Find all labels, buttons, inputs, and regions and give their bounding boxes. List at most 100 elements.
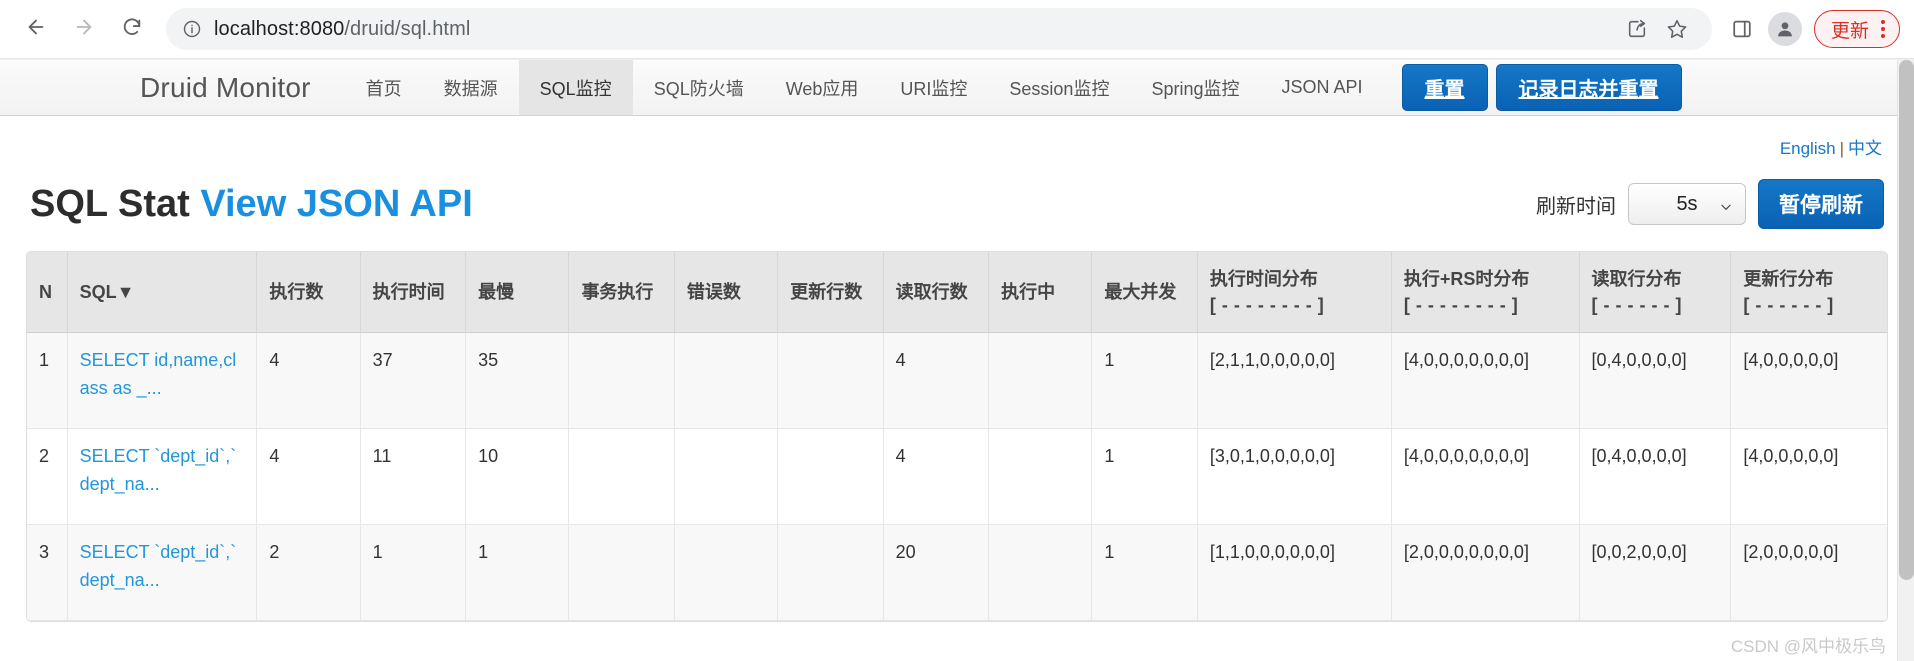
pause-refresh-button[interactable]: 暂停刷新: [1758, 179, 1884, 229]
nav-item-home[interactable]: 首页: [345, 60, 423, 115]
cell-tx-exec: [568, 524, 675, 622]
col-header-n: N: [27, 252, 68, 334]
cell-update-row-hist: [4,0,0,0,0,0]: [1730, 332, 1887, 430]
cell-exec-time: 37: [360, 332, 467, 430]
update-button[interactable]: 更新: [1813, 10, 1900, 48]
table-header-row: N SQL▼ 执行数 执行时间 最慢 事务执行 错误数 更新行数 读取行数 执行…: [27, 252, 1887, 334]
update-label: 更新: [1830, 20, 1869, 42]
cell-sql: SELECT id,name,class as _...: [67, 332, 258, 430]
col-header-exec-time-hist[interactable]: 执行时间分布 [ - - - - - - - - ]: [1197, 252, 1392, 334]
chrome-menu-icon[interactable]: [1877, 20, 1889, 38]
reload-button[interactable]: [110, 7, 154, 51]
cell-sql: SELECT `dept_id`,`dept_na...: [67, 524, 258, 622]
cell-max-concurrent: 1: [1091, 428, 1198, 526]
sql-link[interactable]: SELECT `dept_id`,`dept_na...: [80, 446, 237, 494]
back-arrow-icon: [25, 16, 47, 43]
sql-link[interactable]: SELECT `dept_id`,`dept_na...: [80, 542, 237, 590]
cell-slowest: 10: [465, 428, 570, 526]
cell-fetch-row-hist: [0,0,2,0,0,0]: [1579, 524, 1732, 622]
share-icon[interactable]: [1618, 10, 1656, 48]
col-header-fetch-rows[interactable]: 读取行数: [883, 252, 990, 334]
cell-exec-time-hist: [3,0,1,0,0,0,0,0]: [1197, 428, 1392, 526]
browser-toolbar: localhost:8080/druid/sql.html 更新: [0, 0, 1914, 58]
cell-update-rows: [777, 332, 884, 430]
nav-item-spring-monitor[interactable]: Spring监控: [1130, 60, 1260, 115]
forward-button[interactable]: [62, 7, 106, 51]
lang-chinese-link[interactable]: 中文: [1848, 139, 1882, 158]
nav-item-datasource[interactable]: 数据源: [423, 60, 519, 115]
col-header-running[interactable]: 执行中: [988, 252, 1093, 334]
cell-exec-count: 4: [256, 332, 361, 430]
col-header-exec-count[interactable]: 执行数: [256, 252, 361, 334]
nav-item-uri-monitor[interactable]: URI监控: [879, 60, 988, 115]
col-header-update-row-hist[interactable]: 更新行分布 [ - - - - - - ]: [1730, 252, 1887, 334]
col-header-exec-rs-hist[interactable]: 执行+RS时分布 [ - - - - - - - - ]: [1391, 252, 1580, 334]
cell-fetch-rows: 4: [883, 428, 990, 526]
sql-stat-table: N SQL▼ 执行数 执行时间 最慢 事务执行 错误数 更新行数 读取行数 执行…: [27, 252, 1887, 622]
cell-fetch-rows: 20: [883, 524, 990, 622]
reset-button[interactable]: 重置: [1401, 64, 1488, 111]
csdn-watermark: CSDN @风中极乐鸟: [1730, 637, 1886, 656]
cell-exec-rs-hist: [4,0,0,0,0,0,0,0]: [1391, 332, 1580, 430]
lang-english-link[interactable]: English: [1780, 139, 1836, 158]
address-bar[interactable]: localhost:8080/druid/sql.html: [166, 8, 1712, 50]
col-header-update-rows[interactable]: 更新行数: [777, 252, 884, 334]
col-header-tx-exec[interactable]: 事务执行: [568, 252, 675, 334]
back-button[interactable]: [14, 7, 58, 51]
cell-update-row-hist: [4,0,0,0,0,0]: [1730, 428, 1887, 526]
cell-error-count: [674, 428, 779, 526]
refresh-interval-select[interactable]: 5s: [1628, 183, 1746, 225]
col-header-sql[interactable]: SQL▼: [67, 252, 258, 334]
refresh-interval-label: 刷新时间: [1536, 195, 1616, 218]
profile-avatar[interactable]: [1767, 12, 1802, 46]
cell-exec-rs-hist: [2,0,0,0,0,0,0,0]: [1391, 524, 1580, 622]
scrollbar-thumb[interactable]: [1899, 60, 1914, 580]
col-header-update-row-hist-sub: [ - - - - - - ]: [1743, 295, 1834, 316]
col-header-fetch-row-hist[interactable]: 读取行分布 [ - - - - - - ]: [1579, 252, 1732, 334]
page-title: SQL Stat View JSON API: [30, 183, 473, 226]
cell-error-count: [674, 332, 779, 430]
cell-exec-time: 1: [360, 524, 467, 622]
nav-item-sql-monitor[interactable]: SQL监控: [518, 60, 633, 115]
nav-item-sql-firewall[interactable]: SQL防火墙: [633, 60, 765, 115]
table-row: 1 SELECT id,name,class as _... 4 37 35 4…: [27, 332, 1887, 430]
sql-link[interactable]: SELECT id,name,class as _...: [80, 350, 237, 398]
table-head: N SQL▼ 执行数 执行时间 最慢 事务执行 错误数 更新行数 读取行数 执行…: [27, 252, 1887, 334]
table-body: 1 SELECT id,name,class as _... 4 37 35 4…: [27, 332, 1887, 622]
page-scrollbar[interactable]: [1897, 60, 1914, 661]
col-header-exec-time[interactable]: 执行时间: [360, 252, 467, 334]
nav-item-web-app[interactable]: Web应用: [765, 60, 880, 115]
nav-item-session-monitor[interactable]: Session监控: [988, 60, 1130, 115]
browser-nav-buttons: [14, 7, 154, 51]
cell-exec-time-hist: [2,1,1,0,0,0,0,0]: [1197, 332, 1392, 430]
bookmark-star-icon[interactable]: [1658, 10, 1696, 48]
view-json-api-link[interactable]: View JSON API: [200, 183, 472, 225]
cell-n: 3: [27, 524, 68, 622]
col-header-slowest[interactable]: 最慢: [465, 252, 570, 334]
brand-title: Druid Monitor: [140, 71, 311, 103]
col-header-fetch-row-hist-label: 读取行分布: [1591, 269, 1682, 289]
cell-exec-count: 4: [256, 428, 361, 526]
col-header-exec-rs-hist-sub: [ - - - - - - - - ]: [1403, 295, 1519, 316]
cell-n: 2: [27, 428, 68, 526]
col-header-exec-rs-hist-label: 执行+RS时分布: [1403, 269, 1530, 289]
language-switcher: English | 中文: [26, 116, 1888, 159]
table-row: 3 SELECT `dept_id`,`dept_na... 2 1 1 20 …: [27, 524, 1887, 622]
cell-error-count: [674, 524, 779, 622]
lang-separator: |: [1839, 139, 1844, 158]
cell-update-rows: [777, 524, 884, 622]
page-content: English | 中文 SQL Stat View JSON API 刷新时间 5…: [0, 116, 1914, 661]
log-and-reset-button[interactable]: 记录日志并重置: [1495, 64, 1682, 111]
cell-update-row-hist: [2,0,0,0,0,0]: [1730, 524, 1887, 622]
col-header-error-count[interactable]: 错误数: [674, 252, 779, 334]
navbar-actions: 重置 记录日志并重置: [1401, 60, 1682, 115]
col-header-max-concurrent[interactable]: 最大并发: [1091, 252, 1198, 334]
cell-exec-time-hist: [1,1,0,0,0,0,0,0]: [1197, 524, 1392, 622]
site-info-icon[interactable]: [182, 19, 202, 39]
table-row: 2 SELECT `dept_id`,`dept_na... 4 11 10 4…: [27, 428, 1887, 526]
page-header-row: SQL Stat View JSON API 刷新时间 5s 暂停刷新: [26, 159, 1888, 229]
browser-right-icons: 更新: [1722, 9, 1900, 49]
cell-update-rows: [777, 428, 884, 526]
nav-item-json-api[interactable]: JSON API: [1260, 60, 1383, 115]
side-panel-icon[interactable]: [1722, 9, 1762, 49]
